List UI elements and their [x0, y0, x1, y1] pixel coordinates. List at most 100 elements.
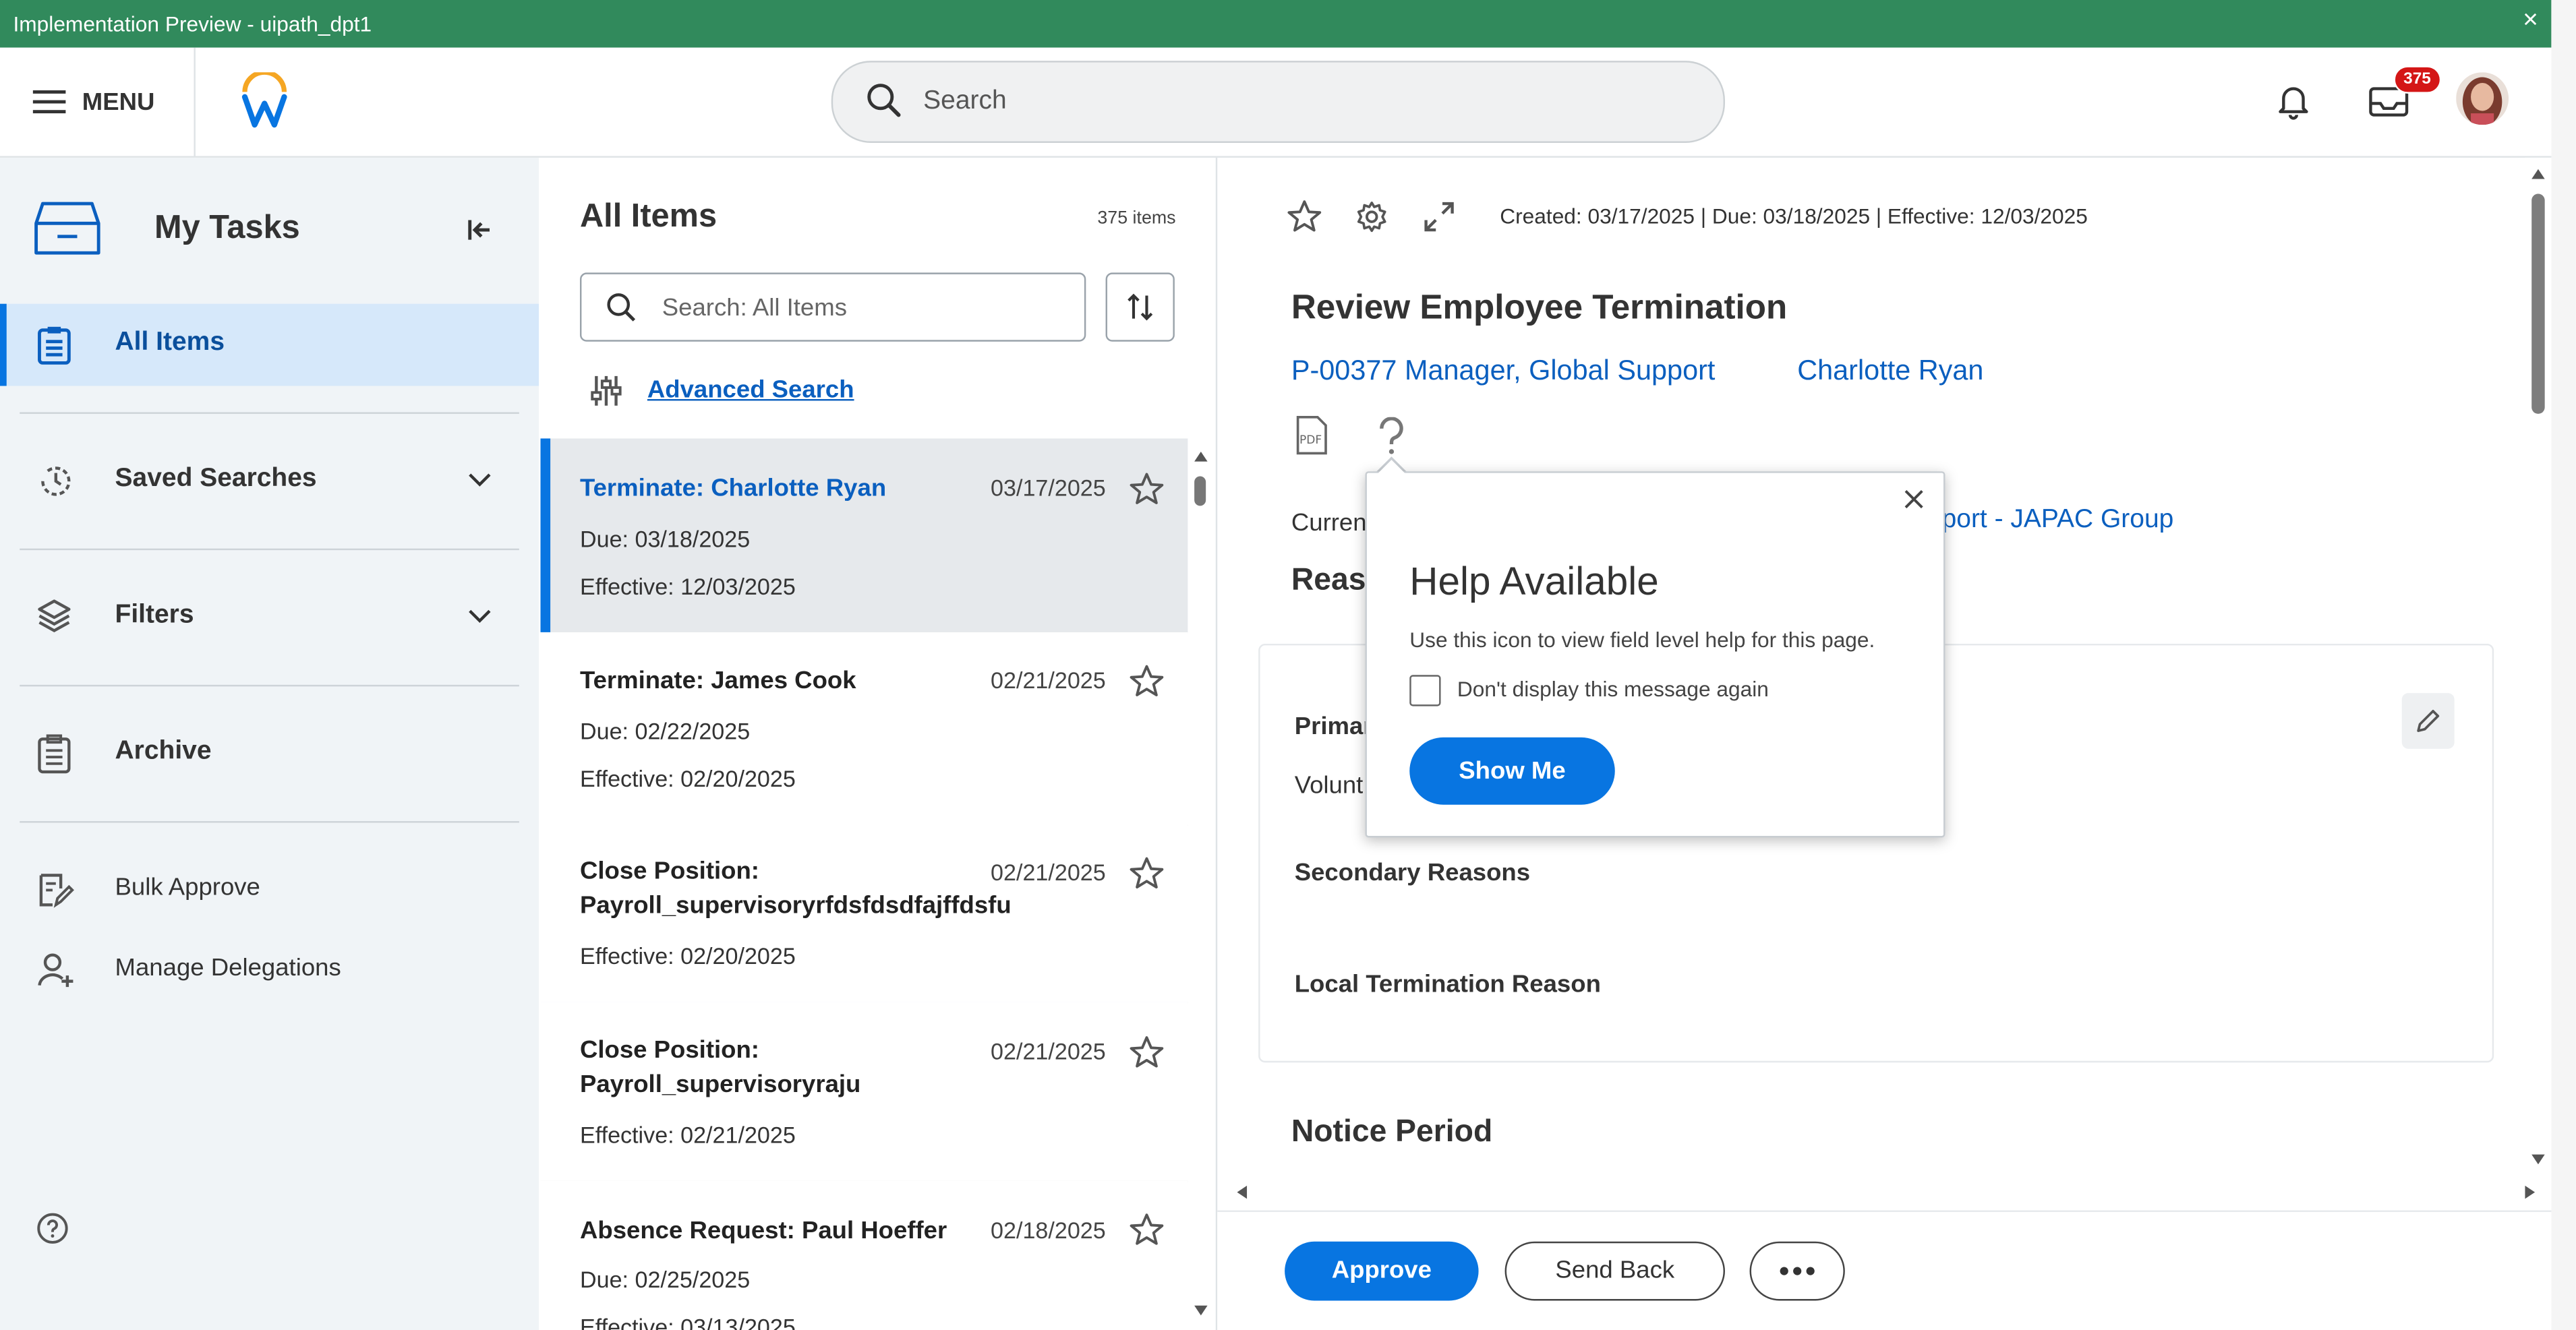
- show-me-button[interactable]: Show Me: [1409, 737, 1615, 805]
- task-effective: Effective: 02/21/2025: [579, 1121, 796, 1148]
- task-due: Due: 03/18/2025: [579, 525, 751, 552]
- detail-title: Review Employee Termination: [1291, 289, 1788, 327]
- task-effective: Effective: 03/13/2025: [579, 1313, 796, 1330]
- task-date: 02/18/2025: [991, 1217, 1106, 1244]
- star-icon[interactable]: [1287, 199, 1323, 235]
- task-dates-line: Created: 03/17/2025 | Due: 03/18/2025 | …: [1500, 204, 2088, 229]
- approve-button[interactable]: Approve: [1285, 1241, 1479, 1301]
- collapse-sidebar-icon[interactable]: [467, 217, 493, 243]
- pencil-icon: [2415, 708, 2441, 734]
- detail-horizontal-scrollbar[interactable]: [1232, 1179, 2546, 1205]
- list-search-placeholder: Search: All Items: [662, 294, 847, 322]
- menu-button[interactable]: MENU: [32, 84, 155, 120]
- primary-reason-value: Volunt: [1294, 772, 1364, 800]
- list-search-input[interactable]: Search: All Items: [579, 272, 1086, 342]
- pdf-icon[interactable]: PDF: [1293, 415, 1329, 455]
- active-indicator: [0, 303, 7, 386]
- task-title: Terminate: James Cook: [579, 667, 856, 695]
- position-link[interactable]: P-00377 Manager, Global Support: [1291, 355, 1716, 388]
- sidebar-item-label: Manage Delegations: [115, 954, 341, 982]
- layers-icon: [36, 598, 73, 634]
- task-item[interactable]: Terminate: Charlotte Ryan 03/17/2025 Due…: [540, 438, 1188, 634]
- popup-title: Help Available: [1409, 560, 1659, 605]
- task-title: Close Position: Payroll_supervisoryraju: [579, 1036, 861, 1099]
- add-person-icon: [36, 951, 76, 990]
- help-popup: Help Available Use this icon to view fie…: [1365, 471, 1945, 838]
- task-date: 02/21/2025: [991, 1037, 1106, 1064]
- sidebar-item-label: Filters: [115, 601, 194, 630]
- sidebar-divider: [20, 684, 519, 687]
- window-titlebar: Implementation Preview - uipath_dpt1 ×: [0, 0, 2552, 48]
- task-title: Terminate: Charlotte Ryan: [579, 475, 887, 503]
- list-scrollbar[interactable]: [1190, 444, 1212, 1330]
- chevron-down-icon[interactable]: [468, 607, 491, 624]
- sliders-icon: [588, 373, 624, 409]
- gear-icon[interactable]: [1355, 200, 1388, 233]
- list-scrollbar-thumb[interactable]: [1194, 476, 1206, 506]
- task-item[interactable]: Terminate: James Cook 02/21/2025 Due: 02…: [540, 632, 1188, 826]
- star-icon[interactable]: [1129, 1035, 1165, 1071]
- pane-divider: [1215, 157, 1218, 1330]
- task-item[interactable]: Close Position: Payroll_supervisoryrfdsf…: [540, 824, 1188, 1004]
- primary-reason-label: Primar: [1294, 713, 1373, 741]
- inbox-count-badge: 375: [2393, 65, 2441, 94]
- sidebar-item-saved-searches[interactable]: Saved Searches: [0, 440, 539, 522]
- history-icon: [36, 462, 76, 501]
- star-icon[interactable]: [1129, 1212, 1165, 1248]
- dont-display-checkbox[interactable]: [1409, 675, 1441, 706]
- chevron-down-icon[interactable]: [468, 471, 491, 487]
- task-due: Due: 02/22/2025: [579, 717, 751, 744]
- task-effective: Effective: 02/20/2025: [579, 765, 796, 792]
- organization-link[interactable]: port - JAPAC Group: [1942, 506, 2174, 535]
- detail-vertical-scrollbar[interactable]: [2525, 157, 2552, 1180]
- advanced-search-link[interactable]: Advanced Search: [647, 376, 854, 404]
- list-title: All Items: [579, 198, 718, 235]
- close-icon[interactable]: [1902, 488, 1925, 511]
- global-search-input[interactable]: Search: [831, 61, 1726, 143]
- secondary-reasons-label: Secondary Reasons: [1294, 859, 1531, 887]
- more-actions-button[interactable]: [1749, 1241, 1845, 1301]
- edit-button[interactable]: [2401, 693, 2455, 749]
- clipboard-icon: [36, 325, 73, 365]
- star-icon[interactable]: [1129, 855, 1165, 892]
- sidebar-item-filters[interactable]: Filters: [0, 576, 539, 659]
- task-date: 02/21/2025: [991, 859, 1106, 886]
- sort-arrows-icon: [1125, 293, 1155, 322]
- dont-display-label[interactable]: Don't display this message again: [1457, 677, 1769, 702]
- sidebar-divider: [20, 548, 519, 551]
- search-icon: [866, 82, 902, 119]
- task-effective: Effective: 02/20/2025: [579, 942, 796, 969]
- sidebar-item-label: Bulk Approve: [115, 874, 260, 902]
- worker-link[interactable]: Charlotte Ryan: [1797, 355, 1983, 388]
- user-avatar[interactable]: [2456, 72, 2509, 125]
- sidebar-item-manage-delegations[interactable]: Manage Delegations: [0, 930, 539, 1012]
- window-close-button[interactable]: ×: [2523, 7, 2538, 36]
- task-item[interactable]: Close Position: Payroll_supervisoryraju …: [540, 1002, 1188, 1183]
- menu-label: MENU: [82, 88, 155, 116]
- bulk-approve-icon: [36, 870, 76, 909]
- task-effective: Effective: 12/03/2025: [579, 573, 796, 600]
- selected-indicator: [540, 438, 551, 632]
- notifications-bell-icon[interactable]: [2274, 80, 2313, 120]
- sidebar-item-bulk-approve[interactable]: Bulk Approve: [0, 849, 539, 932]
- sidebar-item-label: Archive: [115, 737, 212, 766]
- notice-period-heading: Notice Period: [1291, 1115, 1493, 1150]
- task-due: Due: 02/25/2025: [579, 1266, 751, 1293]
- local-termination-reason-label: Local Termination Reason: [1294, 970, 1601, 999]
- help-question-icon[interactable]: [1377, 417, 1407, 456]
- detail-scrollbar-thumb[interactable]: [2531, 193, 2545, 414]
- archive-clipboard-icon: [36, 734, 73, 774]
- star-icon[interactable]: [1129, 471, 1165, 508]
- star-icon[interactable]: [1129, 663, 1165, 700]
- workday-logo[interactable]: [238, 72, 291, 128]
- sidebar-item-archive[interactable]: Archive: [0, 713, 539, 795]
- expand-icon[interactable]: [1423, 200, 1456, 233]
- task-title: Close Position: Payroll_supervisoryrfdsf…: [579, 857, 1012, 920]
- sidebar-item-all-items[interactable]: All Items: [0, 303, 539, 386]
- popup-pointer-fill: [1376, 460, 1407, 475]
- sidebar-item-label: All Items: [115, 328, 225, 357]
- sort-button[interactable]: [1105, 272, 1175, 342]
- send-back-button[interactable]: Send Back: [1504, 1241, 1726, 1301]
- help-circle-icon[interactable]: [36, 1212, 69, 1245]
- task-item[interactable]: Absence Request: Paul Hoeffer 02/18/2025…: [540, 1180, 1188, 1330]
